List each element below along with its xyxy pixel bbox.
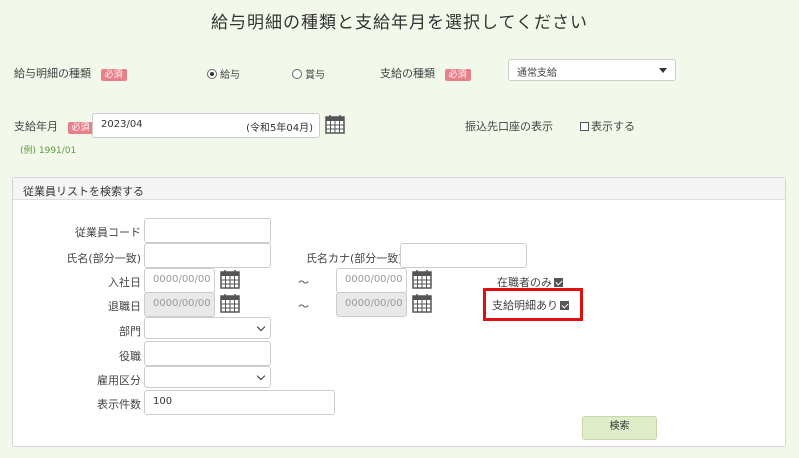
hire-date-from-input[interactable]: 0000/00/00 — [144, 268, 215, 293]
radio-bonus-label: 賞与 — [305, 70, 325, 81]
employee-code-input[interactable] — [144, 218, 271, 243]
radio-salary-label: 給与 — [220, 70, 240, 81]
payslip-type-label: 給与明細の種類 必須 — [14, 65, 127, 81]
caret-down-icon — [659, 68, 667, 73]
calendar-icon[interactable] — [412, 269, 432, 289]
position-label: 役職 — [119, 350, 141, 363]
has-payslip-checkbox[interactable]: 支給明細あり — [492, 297, 571, 313]
pay-month-text: 支給年月 — [14, 120, 58, 133]
payment-type-value: 通常支給 — [517, 68, 557, 79]
required-badge: 必須 — [444, 69, 471, 81]
hire-date-label: 入社日 — [108, 276, 141, 289]
bank-display-checkbox-label: 表示する — [591, 120, 635, 133]
search-panel: 従業員リストを検索する 従業員コード 氏名(部分一致) 氏名カナ(部分一致) 入… — [12, 177, 786, 447]
display-count-input[interactable]: 100 — [144, 390, 335, 415]
payment-type-label: 支給の種類 必須 — [380, 65, 471, 81]
radio-bonus[interactable]: 賞与 — [292, 66, 325, 81]
required-badge: 必須 — [100, 69, 127, 81]
calendar-icon[interactable] — [325, 114, 345, 134]
pay-month-input[interactable]: 2023/04 (令和5年04月) — [92, 113, 320, 138]
name-input[interactable] — [144, 243, 271, 268]
payslip-type-text: 給与明細の種類 — [14, 67, 91, 80]
department-select[interactable] — [144, 317, 271, 339]
display-count-label: 表示件数 — [97, 398, 141, 411]
checkbox-checked-icon — [560, 301, 569, 310]
radio-salary[interactable]: 給与 — [207, 66, 240, 81]
retire-date-to-input[interactable]: 0000/00/00 — [336, 292, 407, 317]
chevron-down-icon — [256, 371, 266, 381]
pay-month-example: (例) 1991/01 — [20, 146, 77, 156]
pay-month-era: (令和5年04月) — [246, 123, 313, 134]
chevron-down-icon — [256, 322, 266, 332]
range-separator: ～ — [298, 276, 309, 289]
has-payslip-label: 支給明細あり — [492, 299, 558, 312]
search-button[interactable]: 検索 — [582, 416, 657, 440]
hire-date-to-input[interactable]: 0000/00/00 — [336, 268, 407, 293]
calendar-icon[interactable] — [412, 293, 432, 313]
calendar-icon[interactable] — [220, 293, 240, 313]
page-title: 給与明細の種類と支給年月を選択してください — [211, 13, 588, 33]
radio-unselected-icon — [292, 69, 302, 79]
required-badge: 必須 — [67, 122, 94, 134]
employment-type-label: 雇用区分 — [97, 374, 141, 387]
pay-month-label: 支給年月 必須 — [14, 118, 94, 134]
name-kana-input[interactable] — [400, 243, 527, 268]
bank-display-label: 振込先口座の表示 — [465, 120, 553, 133]
calendar-icon[interactable] — [220, 269, 240, 289]
pay-month-value: 2023/04 — [101, 119, 143, 130]
range-separator: ～ — [298, 300, 309, 313]
employee-code-label: 従業員コード — [75, 226, 141, 239]
position-input[interactable] — [144, 341, 271, 366]
retire-date-from-input[interactable]: 0000/00/00 — [144, 292, 215, 317]
checkbox-checked-icon — [554, 278, 563, 287]
employment-type-select[interactable] — [144, 366, 271, 388]
radio-selected-icon — [207, 69, 217, 79]
department-label: 部門 — [119, 325, 141, 338]
payment-type-select[interactable]: 通常支給 — [508, 59, 676, 81]
name-label: 氏名(部分一致) — [66, 252, 141, 265]
payment-type-text: 支給の種類 — [380, 67, 435, 80]
checkbox-icon — [580, 122, 589, 131]
bank-display-checkbox[interactable]: 表示する — [580, 118, 635, 134]
search-panel-header: 従業員リストを検索する — [13, 178, 785, 200]
name-kana-label: 氏名カナ(部分一致) — [306, 252, 403, 265]
retire-date-label: 退職日 — [108, 300, 141, 313]
